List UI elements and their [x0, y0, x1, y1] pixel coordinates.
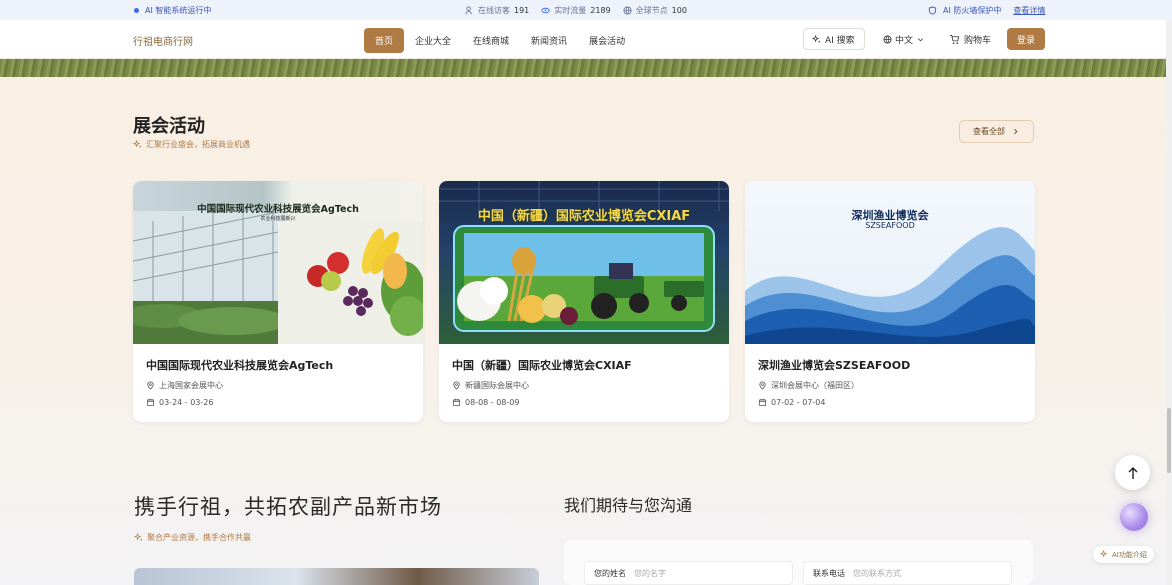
cart-label: 购物车 [964, 35, 992, 46]
realtime-traffic: 实时流量 2189 [541, 5, 611, 16]
event-card-image-title: 中国国际现代农业科技展览会AgTech [197, 204, 359, 215]
name-label: 您的姓名 [594, 568, 626, 578]
ai-search-label: AI 搜索 [825, 35, 855, 46]
firewall-status: AI 防火墙保护中 查看详情 [928, 0, 1045, 20]
event-card-title[interactable]: 中国国际现代农业科技展览会AgTech [146, 357, 333, 373]
events-title: 展会活动 [133, 116, 205, 137]
event-card-location: 上海国家会展中心 [146, 380, 223, 391]
system-status: AI 智能系统运行中 [134, 0, 211, 20]
live-stats: 在线访客 191 实时流量 2189 全球节点 100 [465, 0, 687, 20]
nav-actions: AI 搜索 中文 购物车 登录 [803, 28, 1046, 50]
name-placeholder[interactable]: 您的名字 [634, 568, 666, 579]
language-selector[interactable]: 中文 [875, 33, 933, 46]
event-card-image: 深圳渔业博览会 SZSEAFOOD [745, 181, 1035, 344]
event-card[interactable]: 深圳渔业博览会 SZSEAFOOD 深圳渔业博览会SZSEAFOOD 深圳会展中… [745, 181, 1035, 422]
event-card-title[interactable]: 中国（新疆）国际农业博览会CXIAF [452, 357, 632, 373]
nav-item-companies[interactable]: 企业大全 [404, 28, 462, 53]
sparkle-icon [134, 533, 143, 542]
scrollbar-track[interactable] [1166, 20, 1172, 585]
event-card-location: 新疆国际会展中心 [452, 380, 529, 391]
nav-item-home[interactable]: 首页 [364, 28, 405, 53]
events-subtitle: 汇聚行业盛会，拓展商业机遇 [133, 139, 250, 150]
arrow-up-icon [1128, 466, 1137, 479]
global-nodes: 全球节点 100 [623, 5, 687, 16]
nav-item-mall[interactable]: 在线商城 [462, 28, 520, 53]
phone-placeholder[interactable]: 您的联系方式 [853, 568, 901, 579]
calendar-icon [146, 398, 155, 407]
location-pin-icon [759, 381, 766, 390]
nav-item-events[interactable]: 展会活动 [578, 28, 636, 53]
globe-icon [883, 34, 892, 44]
event-card-title[interactable]: 深圳渔业博览会SZSEAFOOD [758, 357, 910, 373]
ai-intro-button[interactable]: AI功能介绍 [1093, 546, 1154, 563]
view-all-button[interactable]: 查看全部 [959, 120, 1034, 143]
banner-image-strip [0, 59, 1166, 77]
shield-icon [928, 5, 937, 15]
language-label: 中文 [895, 35, 914, 46]
sparkle-icon [812, 34, 821, 43]
chevron-down-icon [917, 37, 924, 41]
cart-icon [949, 34, 960, 44]
location-pin-icon [147, 381, 154, 390]
globe-icon [623, 5, 632, 15]
scrollbar-thumb[interactable] [1167, 408, 1171, 473]
users-icon [465, 5, 472, 14]
partner-title: 携手行祖，共拓农副产品新市场 [134, 495, 442, 519]
ai-assistant-orb[interactable] [1120, 503, 1148, 531]
main-nav: 行祖电商行网 首页 企业大全 在线商城 新闻资讯 展会活动 AI 搜索 中文 购… [0, 20, 1166, 59]
event-card-image-title: 中国（新疆）国际农业博览会CXIAF [477, 209, 691, 224]
wave-illustration [745, 227, 1035, 344]
event-card[interactable]: 中国国际现代农业科技展览会AgTech 农业科技展新兴 中国国际现代农业科技展览… [133, 181, 423, 422]
ai-search-button[interactable]: AI 搜索 [803, 28, 865, 50]
name-field[interactable]: 您的姓名 您的名字 [584, 561, 793, 585]
system-status-text: AI 智能系统运行中 [145, 5, 212, 15]
cart-button[interactable]: 购物车 [943, 33, 997, 46]
eye-icon [541, 7, 550, 13]
back-to-top-button[interactable] [1115, 455, 1150, 490]
site-logo[interactable]: 行祖电商行网 [133, 33, 193, 48]
event-card-date: 03-24 - 03-26 [146, 398, 213, 407]
event-card-date: 07-02 - 07-04 [758, 398, 825, 407]
nav-item-news[interactable]: 新闻资讯 [520, 28, 578, 53]
calendar-icon [452, 398, 461, 407]
firewall-text: AI 防火墙保护中 [943, 5, 1002, 15]
sparkle-icon [1100, 550, 1108, 558]
event-card-date: 08-08 - 08-09 [452, 398, 519, 407]
event-card-image: 中国国际现代农业科技展览会AgTech 农业科技展新兴 [133, 181, 423, 344]
phone-field[interactable]: 联系电话 您的联系方式 [803, 561, 1012, 585]
sparkle-icon [133, 140, 142, 149]
login-button[interactable]: 登录 [1007, 28, 1046, 50]
event-card-location: 深圳会展中心（福田区） [758, 380, 859, 391]
partner-subtitle: 聚合产业资源，携手合作共赢 [134, 532, 251, 543]
contact-title: 我们期待与您沟通 [564, 496, 693, 515]
view-details-link[interactable]: 查看详情 [1013, 5, 1045, 16]
event-card-image-subtitle: 农业科技展新兴 [260, 216, 296, 222]
calendar-icon [758, 398, 767, 407]
online-visitors: 在线访客 191 [465, 5, 529, 16]
chevron-right-icon [1014, 128, 1018, 135]
status-dot-icon [134, 7, 139, 13]
event-card[interactable]: 中国（新疆）国际农业博览会CXIAF 中国（新疆）国际农业博览会CXIAF 新疆… [439, 181, 729, 422]
location-pin-icon [453, 381, 460, 390]
event-card-image-subtitle: SZSEAFOOD [865, 221, 915, 230]
phone-label: 联系电话 [813, 568, 845, 578]
event-card-image: 中国（新疆）国际农业博览会CXIAF [439, 181, 729, 344]
nav-menu: 首页 企业大全 在线商城 新闻资讯 展会活动 [364, 28, 636, 53]
partner-image [134, 568, 539, 585]
status-bar: AI 智能系统运行中 在线访客 191 实时流量 2189 全球节点 100 A… [0, 0, 1172, 20]
